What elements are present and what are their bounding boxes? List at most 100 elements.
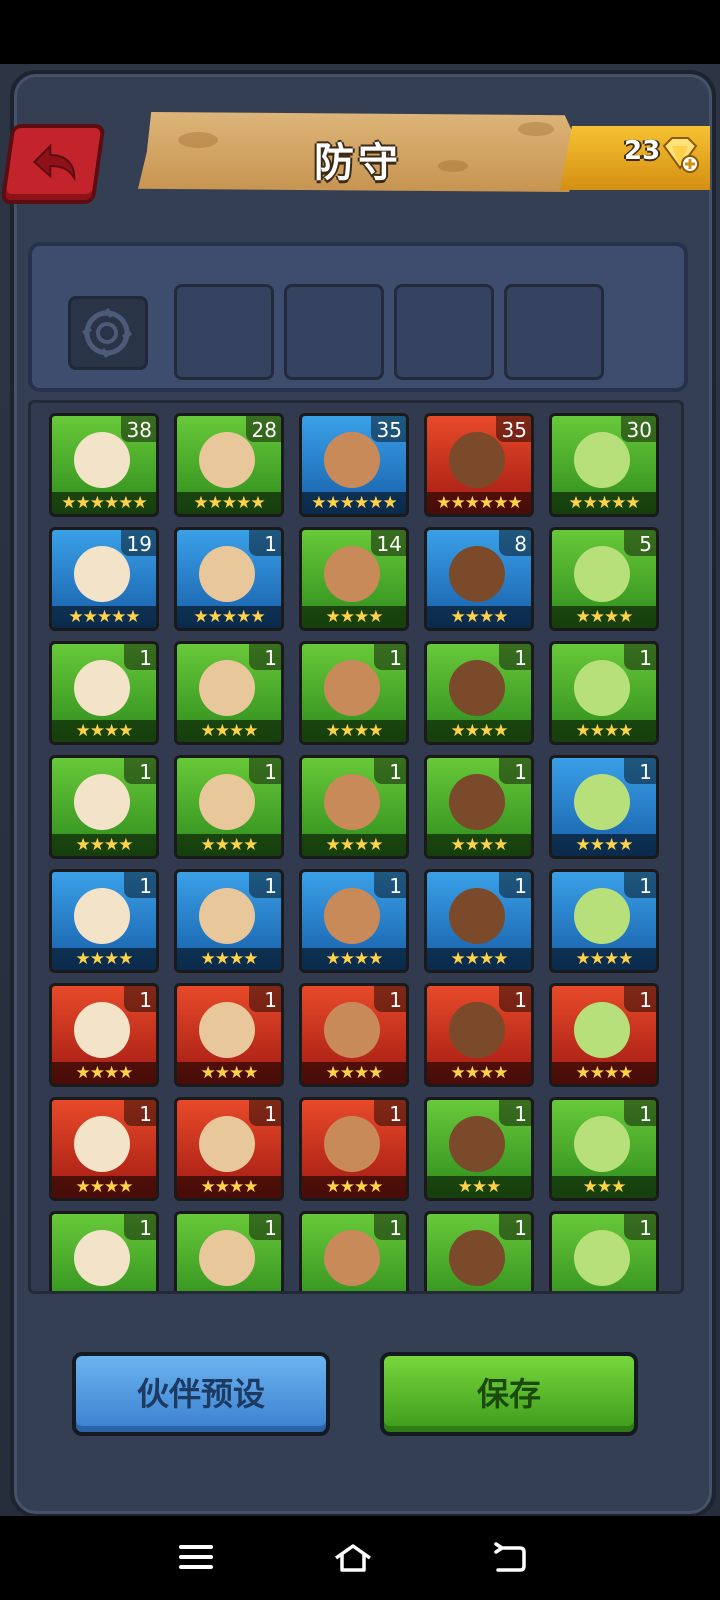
- hero-card[interactable]: 1 ★★★★: [174, 983, 284, 1087]
- hero-level: 1: [624, 1214, 656, 1240]
- hero-level: 1: [124, 986, 156, 1012]
- hero-stars: ★★★★★: [177, 492, 281, 514]
- hero-stars: ★★★★: [427, 606, 531, 628]
- hero-card[interactable]: 1: [549, 1211, 659, 1291]
- hero-slot-1[interactable]: [174, 284, 274, 380]
- hero-card[interactable]: 1 ★★★★: [174, 755, 284, 859]
- hero-card[interactable]: 14 ★★★★: [299, 527, 409, 631]
- hero-card[interactable]: 1 ★★★★: [174, 869, 284, 973]
- hero-card[interactable]: 5 ★★★★: [549, 527, 659, 631]
- hero-level: 1: [499, 758, 531, 784]
- hero-card[interactable]: 1 ★★★★: [49, 641, 159, 745]
- hero-card[interactable]: 1 ★★★★: [299, 755, 409, 859]
- hero-card[interactable]: 1: [424, 1211, 534, 1291]
- hero-level: 5: [624, 530, 656, 556]
- hero-card[interactable]: 1: [299, 1211, 409, 1291]
- hero-card[interactable]: 1 ★★★★: [49, 983, 159, 1087]
- defense-slot-panel: [28, 242, 688, 392]
- hero-slot-4[interactable]: [504, 284, 604, 380]
- hero-card[interactable]: 1 ★★★★: [549, 869, 659, 973]
- hero-stars: ★★★★★★: [302, 492, 406, 514]
- hero-level: 1: [249, 872, 281, 898]
- hero-portrait-icon: [199, 888, 255, 944]
- hero-level: 1: [249, 758, 281, 784]
- hero-card[interactable]: 1 ★★★★: [424, 755, 534, 859]
- back-nav-icon[interactable]: [492, 1542, 528, 1574]
- hero-portrait-icon: [199, 1116, 255, 1172]
- hero-portrait-icon: [574, 660, 630, 716]
- hero-portrait-icon: [199, 432, 255, 488]
- hero-card[interactable]: 19 ★★★★★: [49, 527, 159, 631]
- hero-stars: ★★★★: [177, 1062, 281, 1084]
- hero-level: 35: [495, 416, 531, 442]
- hero-card[interactable]: 1 ★★★★: [549, 641, 659, 745]
- hero-level: 19: [120, 530, 156, 556]
- hero-stars: ★★★★★★: [427, 492, 531, 514]
- hero-slot-3[interactable]: [394, 284, 494, 380]
- hero-card[interactable]: 28 ★★★★★: [174, 413, 284, 517]
- hero-portrait-icon: [449, 1002, 505, 1058]
- hero-stars: ★★★★: [302, 948, 406, 970]
- hero-card[interactable]: 1 ★★★: [549, 1097, 659, 1201]
- hero-card[interactable]: 1 ★★★★: [424, 869, 534, 973]
- hero-portrait-icon: [574, 1116, 630, 1172]
- hero-stars: ★★★★: [177, 1176, 281, 1198]
- hero-grid: 38 ★★★★★★ 28 ★★★★★ 35 ★★★★★★ 35 ★★★★★★ 30 ★★★★★ 19…: [28, 400, 684, 1294]
- hero-stars: ★★★★: [52, 1176, 156, 1198]
- hero-card[interactable]: 38 ★★★★★★: [49, 413, 159, 517]
- hero-card[interactable]: 1: [174, 1211, 284, 1291]
- hero-card[interactable]: 35 ★★★★★★: [299, 413, 409, 517]
- save-button[interactable]: 保存: [380, 1352, 638, 1436]
- hero-portrait-icon: [324, 1002, 380, 1058]
- hero-portrait-icon: [449, 888, 505, 944]
- hero-portrait-icon: [324, 1116, 380, 1172]
- hero-card[interactable]: 30 ★★★★★: [549, 413, 659, 517]
- hero-card[interactable]: 1 ★★★★: [299, 983, 409, 1087]
- hero-card[interactable]: 1 ★★★★: [174, 1097, 284, 1201]
- hero-portrait-icon: [74, 1002, 130, 1058]
- partner-preset-button[interactable]: 伙伴预设: [72, 1352, 330, 1436]
- hero-card[interactable]: 1 ★★★★: [549, 755, 659, 859]
- hero-card[interactable]: 1 ★★★: [424, 1097, 534, 1201]
- hero-level: 1: [249, 1214, 281, 1240]
- hero-card[interactable]: 1: [49, 1211, 159, 1291]
- hero-card[interactable]: 35 ★★★★★★: [424, 413, 534, 517]
- hero-card[interactable]: 1 ★★★★: [49, 1097, 159, 1201]
- hero-stars: ★★★★: [427, 834, 531, 856]
- hero-portrait-icon: [449, 432, 505, 488]
- hero-card[interactable]: 1 ★★★★: [299, 641, 409, 745]
- hero-portrait-icon: [449, 660, 505, 716]
- hero-portrait-icon: [74, 774, 130, 830]
- hero-card[interactable]: 1 ★★★★: [174, 641, 284, 745]
- hero-stars: ★★★★★: [552, 492, 656, 514]
- hero-card[interactable]: 1 ★★★★: [424, 983, 534, 1087]
- hero-level: 1: [124, 644, 156, 670]
- hero-level: 30: [620, 416, 656, 442]
- hero-card[interactable]: 1 ★★★★: [299, 869, 409, 973]
- hero-stars: ★★★★: [52, 1062, 156, 1084]
- hero-portrait-icon: [574, 546, 630, 602]
- hero-level: 1: [499, 872, 531, 898]
- back-button[interactable]: [0, 124, 106, 204]
- hero-portrait-icon: [324, 1230, 380, 1286]
- hero-card[interactable]: 1 ★★★★: [549, 983, 659, 1087]
- hero-card[interactable]: 8 ★★★★: [424, 527, 534, 631]
- hero-level: 1: [124, 1100, 156, 1126]
- hero-level: 1: [374, 758, 406, 784]
- menu-icon[interactable]: [178, 1542, 214, 1572]
- hero-card[interactable]: 1 ★★★★: [299, 1097, 409, 1201]
- hero-card[interactable]: 1 ★★★★: [49, 869, 159, 973]
- hero-card[interactable]: 1 ★★★★: [49, 755, 159, 859]
- home-icon[interactable]: [332, 1542, 374, 1574]
- hero-level: 1: [624, 986, 656, 1012]
- hero-level: 1: [124, 1214, 156, 1240]
- gem-plus-icon[interactable]: [660, 134, 702, 174]
- hero-stars: ★★★★: [552, 606, 656, 628]
- hero-stars: ★★★: [552, 1176, 656, 1198]
- hero-portrait-icon: [449, 1230, 505, 1286]
- hero-card[interactable]: 1 ★★★★: [424, 641, 534, 745]
- locked-slot[interactable]: [68, 296, 148, 370]
- hero-card[interactable]: 1 ★★★★★: [174, 527, 284, 631]
- hero-level: 1: [624, 1100, 656, 1126]
- hero-slot-2[interactable]: [284, 284, 384, 380]
